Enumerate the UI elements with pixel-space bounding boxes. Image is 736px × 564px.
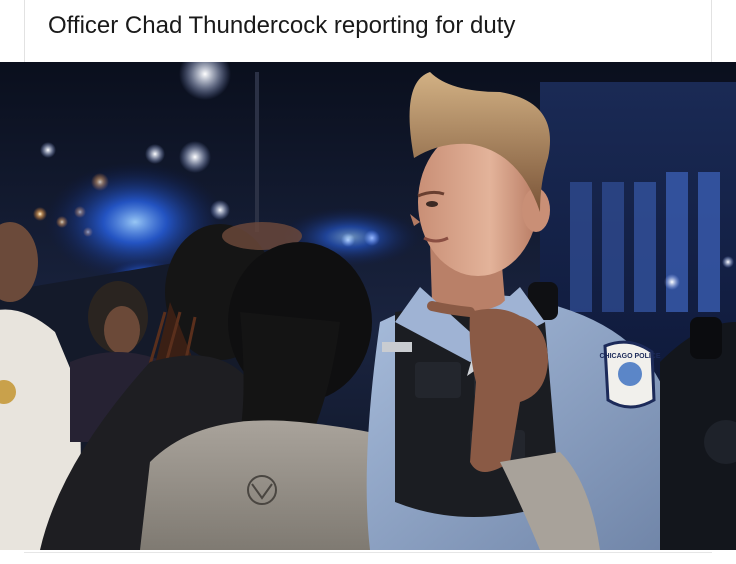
post-divider	[24, 552, 712, 553]
photo-scene: CHICAGO POLICE	[0, 62, 736, 550]
meme-post: Officer Chad Thundercock reporting for d…	[0, 0, 736, 564]
patch-text: CHICAGO POLICE	[599, 353, 660, 360]
chicago-police-patch: CHICAGO POLICE	[599, 340, 661, 409]
post-caption: Officer Chad Thundercock reporting for d…	[48, 12, 516, 39]
right-officer	[660, 317, 736, 550]
photo[interactable]: CHICAGO POLICE	[0, 62, 736, 550]
frame-border-right	[711, 0, 712, 62]
frame-border-left	[24, 0, 25, 62]
